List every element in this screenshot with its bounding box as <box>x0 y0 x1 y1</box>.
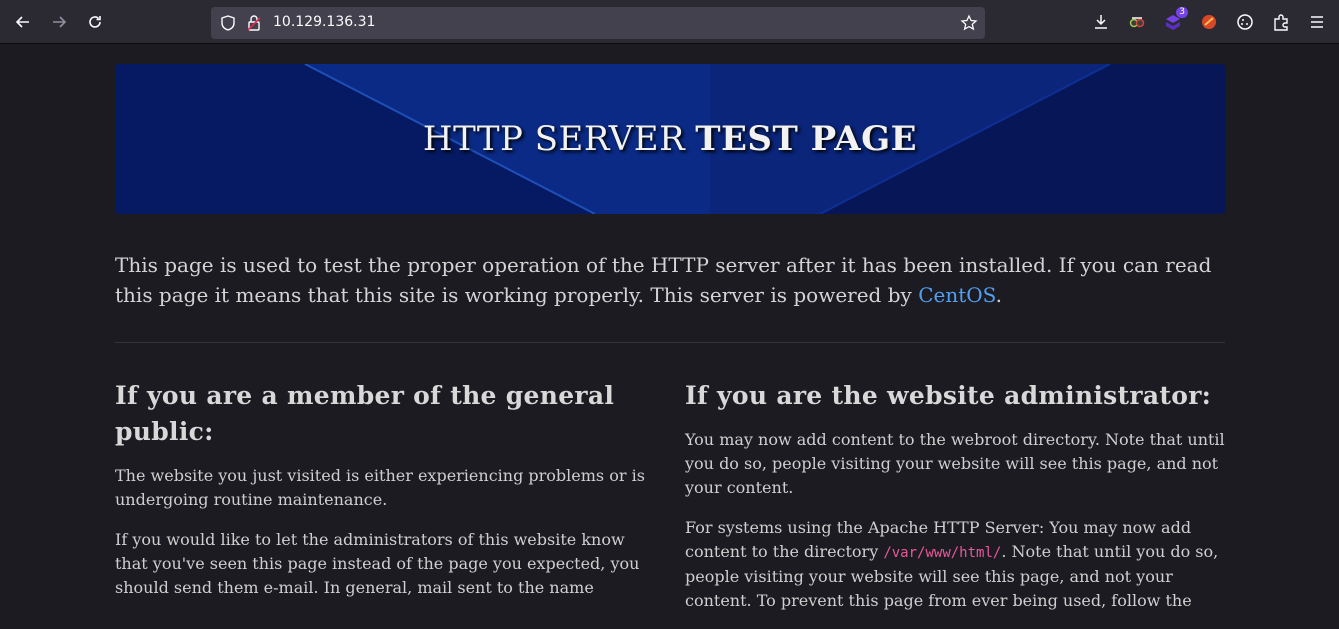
divider <box>115 342 1225 343</box>
forward-button[interactable] <box>48 11 70 33</box>
extension-button-2[interactable]: 3 <box>1162 7 1188 33</box>
shield-icon[interactable] <box>219 14 237 32</box>
extension-button-4[interactable] <box>1234 11 1256 33</box>
lock-icon[interactable] <box>245 14 263 32</box>
intro-end: . <box>995 283 1002 307</box>
extension-badge: 3 <box>1176 7 1188 18</box>
webroot-path: /var/www/html/ <box>883 545 1002 561</box>
back-icon <box>15 16 29 28</box>
forward-icon <box>53 16 67 28</box>
browser-toolbar: 10.129.136.31 3 <box>0 0 1339 44</box>
menu-button[interactable] <box>1306 11 1328 33</box>
admin-paragraph-1: You may now add content to the webroot d… <box>685 430 1225 497</box>
reload-icon <box>89 16 101 28</box>
extension-icon <box>1202 15 1216 29</box>
url-bar[interactable]: 10.129.136.31 <box>211 7 985 39</box>
cookie-icon <box>1237 14 1253 30</box>
public-section: If you are a member of the general publi… <box>115 378 655 616</box>
title-light: HTTP SERVER <box>422 119 686 159</box>
hero-banner: HTTP SERVER TEST PAGE <box>115 64 1225 214</box>
admin-heading: If you are the website administrator: <box>685 381 1212 410</box>
public-paragraph-1: The website you just visited is either e… <box>115 466 645 509</box>
extension-icon <box>1129 17 1145 28</box>
extension-button-1[interactable] <box>1126 11 1148 33</box>
public-paragraph-2: If you would like to let the administrat… <box>115 530 640 597</box>
menu-icon <box>1311 16 1323 28</box>
public-heading: If you are a member of the general publi… <box>115 381 615 446</box>
downloads-button[interactable] <box>1090 11 1112 33</box>
intro-text: This page is used to test the proper ope… <box>115 253 1212 307</box>
back-button[interactable] <box>12 11 34 33</box>
extensions-button[interactable] <box>1270 11 1292 33</box>
title-bold: TEST PAGE <box>695 119 918 159</box>
admin-paragraph-2: For systems using the Apache HTTP Server… <box>685 516 1225 613</box>
admin-section: If you are the website administrator: Yo… <box>685 378 1225 629</box>
url-text[interactable]: 10.129.136.31 <box>273 14 375 30</box>
intro-paragraph: This page is used to test the proper ope… <box>115 250 1225 310</box>
centos-link[interactable]: CentOS <box>918 283 995 307</box>
puzzle-icon <box>1274 14 1288 31</box>
download-icon <box>1095 15 1107 29</box>
extension-button-3[interactable] <box>1198 11 1220 33</box>
page-title: HTTP SERVER TEST PAGE <box>115 64 1225 214</box>
reload-button[interactable] <box>84 11 106 33</box>
star-icon[interactable] <box>960 14 978 32</box>
